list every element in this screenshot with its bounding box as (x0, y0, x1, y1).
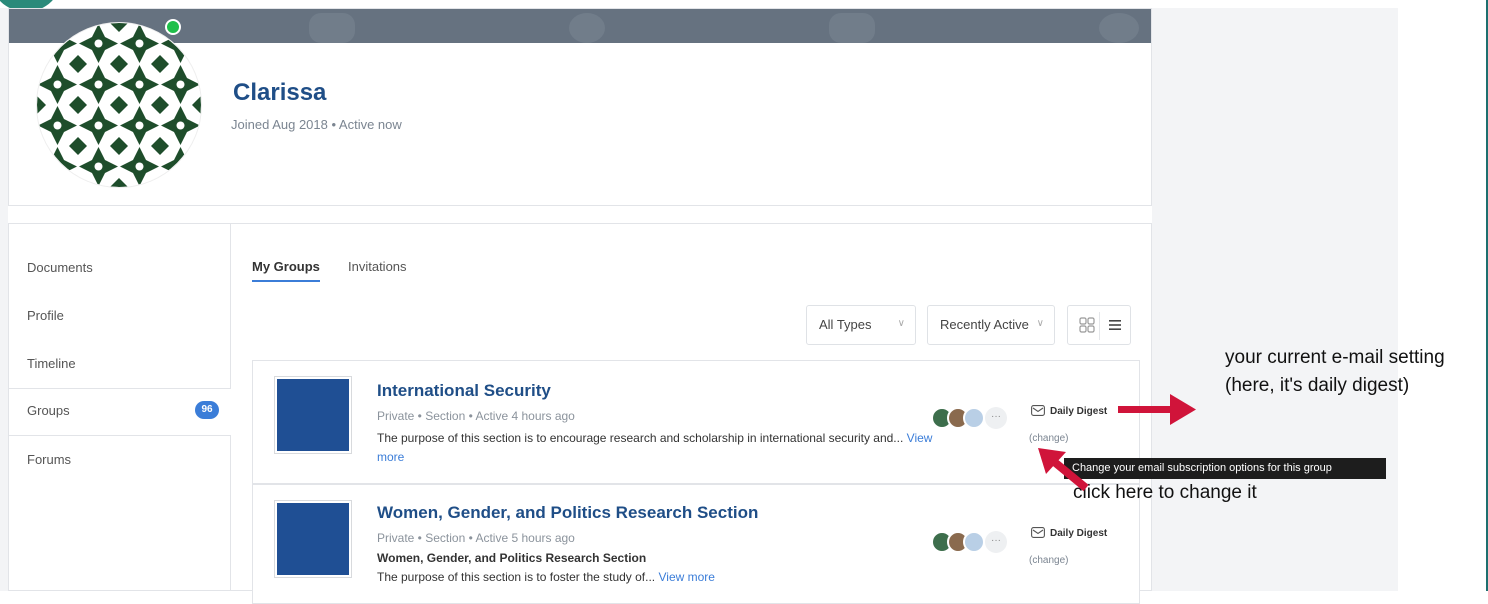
change-subscription-link[interactable]: (change) (1029, 433, 1068, 444)
left-margin (0, 8, 8, 591)
profile-name: Clarissa (233, 79, 327, 106)
group-description-text: The purpose of this section is to foster… (377, 570, 656, 584)
sidebar-item-label: Profile (27, 308, 64, 323)
more-members-icon[interactable]: ··· (985, 531, 1007, 553)
sort-select[interactable]: Recently Active ∨ (927, 305, 1055, 345)
type-filter-select[interactable]: All Types ∨ (806, 305, 916, 345)
sidebar-item-label: Timeline (27, 356, 76, 371)
view-toggle (1067, 305, 1131, 345)
change-subscription-link[interactable]: (change) (1029, 555, 1068, 566)
group-meta: Private • Section • Active 5 hours ago (377, 531, 575, 545)
profile-header: Clarissa Joined Aug 2018 • Active now (8, 8, 1152, 206)
group-title[interactable]: Women, Gender, and Politics Research Sec… (377, 503, 758, 523)
avatar-pattern-icon (37, 23, 201, 187)
subscription-tooltip: Change your email subscription options f… (1064, 458, 1386, 479)
group-title[interactable]: International Security (377, 381, 551, 401)
list-view-icon[interactable] (1106, 316, 1124, 334)
group-members[interactable]: ··· (931, 407, 1011, 431)
mail-icon (1031, 527, 1045, 538)
sidebar-item-label: Forums (27, 452, 72, 467)
mail-icon (1031, 405, 1045, 416)
group-members[interactable]: ··· (931, 531, 1011, 555)
group-description-text: The purpose of this section is to encour… (377, 431, 904, 445)
active-tab-indicator (252, 280, 320, 282)
grid-view-icon[interactable] (1078, 316, 1096, 334)
chevron-down-icon: ∨ (897, 318, 905, 329)
group-card[interactable]: International Security Private • Section… (252, 360, 1140, 484)
content-panel: Documents Profile Timeline Groups 96 For… (8, 223, 1152, 604)
more-members-icon[interactable]: ··· (985, 407, 1007, 429)
sidebar-item-timeline[interactable]: Timeline (9, 342, 231, 390)
annotation-digest-note: your current e-mail setting (here, it's … (1225, 347, 1445, 396)
email-digest-status: Daily Digest (1031, 527, 1107, 539)
chevron-down-icon: ∨ (1036, 318, 1044, 329)
group-description: The purpose of this section is to encour… (377, 429, 937, 467)
sidebar-item-documents[interactable]: Documents (9, 246, 231, 294)
type-filter-value: All Types (819, 317, 872, 332)
group-thumbnail[interactable] (275, 501, 351, 577)
tab-my-groups[interactable]: My Groups (252, 259, 320, 274)
sort-value: Recently Active (940, 317, 1029, 332)
email-digest-status: Daily Digest (1031, 405, 1107, 417)
sidebar-item-label: Documents (27, 260, 93, 275)
digest-label: Daily Digest (1050, 528, 1108, 539)
tab-invitations[interactable]: Invitations (348, 259, 407, 274)
avatar[interactable] (37, 23, 201, 187)
profile-sidebar: Documents Profile Timeline Groups 96 For… (9, 224, 231, 590)
digest-label: Daily Digest (1050, 406, 1108, 417)
sidebar-item-label: Groups (27, 403, 70, 418)
group-subtitle: Women, Gender, and Politics Research Sec… (377, 551, 647, 565)
annotation-change-note: click here to change it (1073, 482, 1257, 503)
profile-meta: Joined Aug 2018 • Active now (231, 117, 402, 132)
group-thumbnail[interactable] (275, 377, 351, 453)
member-avatar (963, 407, 985, 429)
online-status-icon (165, 19, 181, 35)
member-avatar (963, 531, 985, 553)
group-card[interactable]: Women, Gender, and Politics Research Sec… (252, 484, 1140, 604)
sidebar-item-forums[interactable]: Forums (9, 438, 231, 486)
groups-count-badge: 96 (195, 401, 219, 419)
group-description: The purpose of this section is to foster… (377, 568, 937, 587)
group-meta: Private • Section • Active 4 hours ago (377, 409, 575, 423)
sidebar-item-profile[interactable]: Profile (9, 294, 231, 342)
sidebar-item-groups[interactable]: Groups 96 (9, 388, 231, 436)
view-more-link[interactable]: View more (659, 570, 715, 584)
